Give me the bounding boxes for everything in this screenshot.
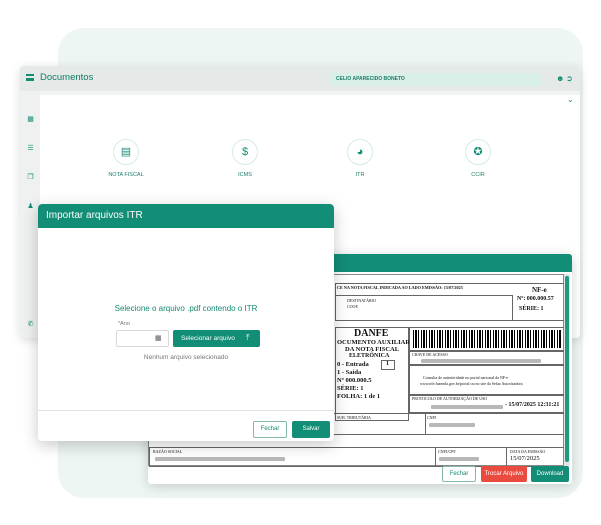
modal-title: Importar arquivos ITR [46,210,143,221]
globe-icon: ◕ [347,139,373,165]
no-file-text: Nenhum arquivo selecionado [143,354,229,361]
module-label: NOTA FISCAL [108,172,144,178]
certificate-icon: ✪ [465,139,491,165]
whatsapp-icon[interactable]: ✆ [26,321,35,329]
document-scrollbar[interactable] [564,274,570,466]
protocol-label: PROTOCOLO DE AUTORIZAÇÃO DE USO [412,396,488,401]
modal-instruction: Selecione o arquivo .pdf contendo o ITR [114,304,258,313]
danfe-subtitle-1: OCUMENTO AUXILIAR [337,339,411,346]
danfe-subtitle-2: DA NOTA FISCAL [345,346,400,353]
razao-label: RAZÃO SOCIAL [153,449,183,454]
cnpj-label: CNPJ [427,415,437,420]
cnpj-cpf-label: CNPJ/CPF [438,449,456,454]
danfe-subtitle-3: ELETRÔNICA [349,353,390,359]
danfe-title: DANFE [354,328,389,339]
modal-header: Importar arquivos ITR [38,204,334,228]
recipient-label: DESTINATÁRIO [347,298,376,303]
app-title: Documentos [40,72,94,83]
receipt-line: CE NA NOTA FISCAL INDICADA AO LADO EMISS… [337,285,463,290]
money-bag-icon: $ [232,139,258,165]
copy-icon[interactable]: ❐ [26,174,35,182]
layers-icon[interactable]: ☰ [26,145,35,153]
exit-label: 1 - Saída [337,369,362,376]
user-name-field: CELIO APARECIDO BONETO [330,73,542,86]
preview-close-button[interactable]: Fechar [442,466,476,482]
consult-line-1: Consulta de autenticidade no portal naci… [423,375,509,380]
nfe-serie: SÉRIE: 1 [519,306,544,312]
year-label: *Ano [118,321,130,327]
save-button[interactable]: Salvar [292,421,330,438]
calendar-icon[interactable]: ▦ [26,116,35,124]
number-line: Nº 000.000.5 [337,377,372,384]
users-icon[interactable]: ♟ [26,203,35,211]
invoice-icon: ▤ [113,139,139,165]
emission-label: DATA DA EMISSÃO [510,449,546,454]
modal-footer-divider [38,410,334,411]
import-itr-modal: Importar arquivos ITR Selecione o arquiv… [38,204,334,441]
scrollbar-thumb[interactable] [565,276,569,462]
nfe-label: NF-e [532,286,547,294]
top-bar: Documentos CELIO APARECIDO BONETO ☻ ➲ [20,66,580,91]
hamburger-icon[interactable] [26,74,34,81]
chevron-down-icon[interactable]: ⌄ [567,95,574,104]
select-file-label: Selecionar arquivo [181,335,235,342]
download-button[interactable]: Download [531,466,569,482]
razao-value [155,457,285,461]
calendar-icon[interactable]: ▦ [155,334,162,342]
type-value: 1 [386,361,389,367]
module-icms[interactable]: $ ICMS [215,139,275,178]
barcode [413,330,561,348]
change-file-button[interactable]: Trocar Arquivo [481,466,527,482]
recipient-value: COOP. [347,304,359,309]
subst-label: SUB. TRIBUTÁRIA [337,415,371,420]
module-ccir[interactable]: ✪ CCIR [448,139,508,178]
serie-line: SÉRIE: 1 [337,385,364,392]
module-label: CCIR [471,172,485,178]
nfe-number: Nº: 000.000.57 [517,296,554,302]
access-key-value [421,359,541,363]
module-itr[interactable]: ◕ ITR [330,139,390,178]
logout-icon[interactable]: ➲ [566,74,573,83]
cnpj-value [429,423,475,427]
module-nota-fiscal[interactable]: ▤ NOTA FISCAL [96,139,156,178]
user-icon[interactable]: ☻ [556,74,564,83]
entry-label: 0 - Entrada [337,361,369,368]
sidebar: ▦ ☰ ❐ ♟ ✆ [20,91,40,338]
consult-box [409,365,565,395]
cnpj-cpf-value [439,457,479,461]
module-label: ICMS [238,172,252,178]
module-label: ITR [355,172,365,178]
protocol-value: - 15/07/2025 12:31:21 [505,402,560,408]
page-line: FOLHA: 1 de 1 [337,393,381,400]
consult-line-2: www.nfe.fazenda.gov.br/portal ou no site… [420,381,523,386]
protocol-number [431,405,503,409]
access-key-label: CHAVE DE ACESSO [412,352,448,357]
upload-icon: ⤒ [246,333,250,342]
emission-value: 15/07/2025 [510,455,540,462]
modal-close-button[interactable]: Fechar [253,421,287,438]
